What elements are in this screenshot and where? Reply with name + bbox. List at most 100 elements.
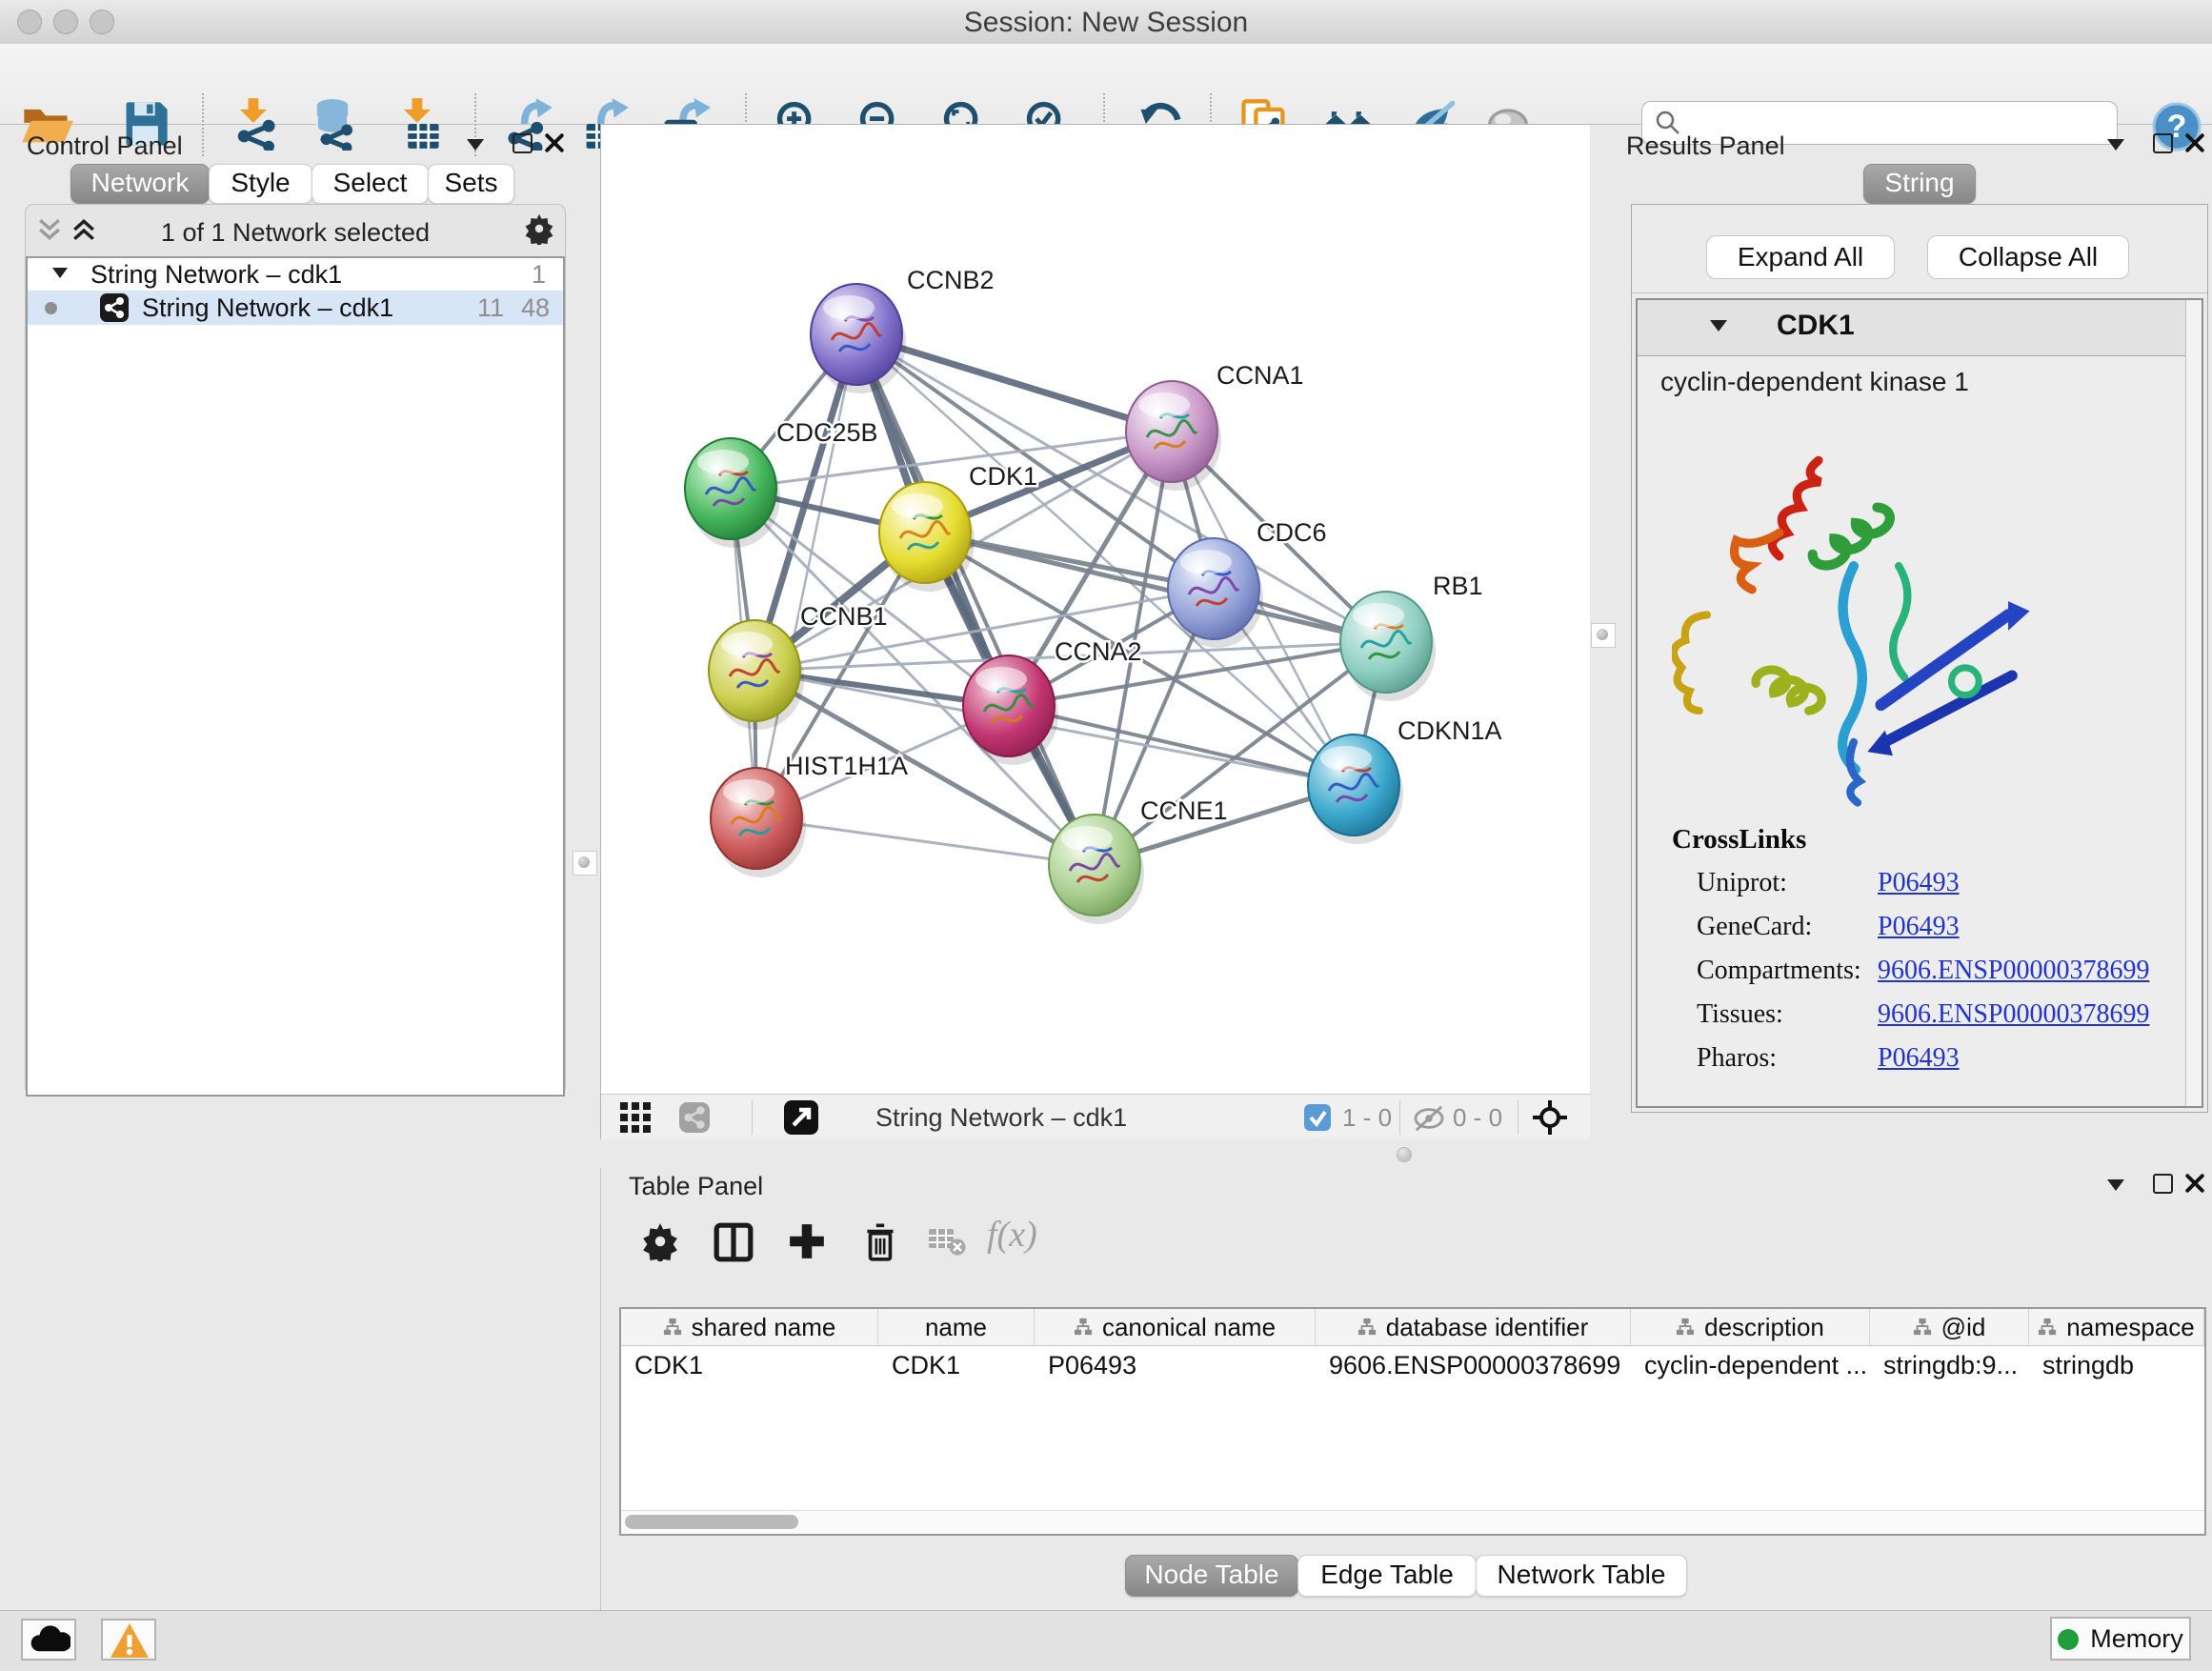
column-header--id[interactable]: @id <box>1870 1309 2029 1345</box>
memory-button[interactable]: Memory <box>2050 1617 2191 1661</box>
birdseye-view-button[interactable] <box>1531 1098 1569 1139</box>
crosslink-label: Uniprot: <box>1697 868 1787 898</box>
column-header-shared-name[interactable]: shared name <box>621 1309 878 1345</box>
protein-section-header[interactable]: CDK1 <box>1638 300 2202 356</box>
protein-details-card: CDK1 cyclin-dependent kinase 1 <box>1636 298 2203 1108</box>
close-icon <box>2185 133 2204 152</box>
tab-select[interactable]: Select <box>312 164 429 204</box>
table-panel-close-button[interactable] <box>2185 1174 2204 1196</box>
column-header-canonical-name[interactable]: canonical name <box>1035 1309 1316 1345</box>
crosslink-pharos-link[interactable]: P06493 <box>1878 1043 1960 1074</box>
table-horizontal-scrollbar[interactable] <box>621 1510 2204 1534</box>
tab-style[interactable]: Style <box>209 164 312 204</box>
tab-edge-table[interactable]: Edge Table <box>1297 1555 1477 1597</box>
grid-view-button[interactable] <box>620 1102 651 1136</box>
table-row[interactable]: CDK1CDK1P064939606.ENSP00000378699cyclin… <box>621 1346 2204 1384</box>
node-table: shared namenamecanonical namedatabase id… <box>619 1307 2206 1536</box>
left-splitter-handle[interactable] <box>573 851 597 876</box>
network-view[interactable]: CCNB2CCNA1CDC25BCDK1CDC6RB1CCNB1CCNA2CDK… <box>600 124 1590 1140</box>
hierarchy-icon <box>1074 1318 1093 1337</box>
crosslink-uniprot-link[interactable]: P06493 <box>1878 868 1960 898</box>
string-results-container: Expand All Collapse All CDK1 cyclin-depe… <box>1631 204 2208 1113</box>
show-columns-button[interactable] <box>713 1221 754 1266</box>
network-selection-status: 1 of 1 Network selected <box>26 218 565 248</box>
crosslink-compartments-link[interactable]: 9606.ENSP00000378699 <box>1878 956 2149 986</box>
tab-network-table[interactable]: Network Table <box>1476 1555 1687 1597</box>
network-node-CDKN1A[interactable] <box>1308 735 1403 844</box>
table-panel-collapse-button[interactable] <box>2107 1179 2124 1194</box>
table-cell[interactable]: cyclin-dependent ... <box>1631 1346 1870 1384</box>
table-settings-button[interactable] <box>640 1221 680 1264</box>
column-header-namespace[interactable]: namespace <box>2029 1309 2204 1345</box>
network-node-CCNB1[interactable] <box>709 620 804 730</box>
network-node-CDK1[interactable] <box>879 482 975 592</box>
tab-string[interactable]: String <box>1863 164 1976 204</box>
control-panel-float-button[interactable] <box>513 133 533 156</box>
network-options-gear-button[interactable] <box>523 212 555 248</box>
hierarchy-icon <box>663 1318 682 1337</box>
hierarchy-icon <box>1357 1318 1377 1337</box>
export-arrow-icon <box>601 98 629 124</box>
network-collection-row[interactable]: String Network – cdk1 1 <box>28 258 563 291</box>
function-builder-button[interactable]: f(x) <box>987 1214 1037 1256</box>
delete-table-button[interactable] <box>928 1225 966 1260</box>
collapse-all-button[interactable]: Collapse All <box>1927 235 2129 279</box>
cloud-status-button[interactable] <box>21 1619 76 1661</box>
control-panel-collapse-button[interactable] <box>467 139 484 153</box>
crosslink-genecard-link[interactable]: P06493 <box>1878 912 1960 942</box>
scrollbar-thumb[interactable] <box>625 1515 798 1529</box>
table-cell[interactable]: P06493 <box>1035 1346 1316 1384</box>
table-cell[interactable]: 9606.ENSP00000378699 <box>1316 1346 1631 1384</box>
crosslink-label: Compartments: <box>1697 956 1861 986</box>
results-panel-collapse-button[interactable] <box>2107 139 2124 153</box>
network-node-CCNE1[interactable] <box>1049 815 1144 924</box>
warning-icon <box>109 1621 151 1660</box>
warnings-button[interactable] <box>101 1619 156 1661</box>
detach-view-button[interactable] <box>784 1100 818 1137</box>
results-panel-close-button[interactable] <box>2185 133 2204 155</box>
crosslink-tissues-link[interactable]: 9606.ENSP00000378699 <box>1878 999 2149 1030</box>
control-panel-close-button[interactable] <box>545 133 564 155</box>
network-graph[interactable]: CCNB2CCNA1CDC25BCDK1CDC6RB1CCNB1CCNA2CDK… <box>601 125 1590 1095</box>
collection-label: String Network – cdk1 <box>90 260 342 290</box>
divider <box>1632 292 2207 293</box>
network-node-RB1[interactable] <box>1340 592 1436 701</box>
table-cell[interactable]: stringdb:9... <box>1870 1346 2029 1384</box>
toolbar-divider <box>1399 1100 1400 1135</box>
network-overview-button[interactable] <box>679 1102 710 1136</box>
create-column-button[interactable] <box>787 1221 827 1264</box>
protein-collapse-icon[interactable] <box>1710 319 1727 336</box>
crosslink-label: GeneCard: <box>1697 912 1812 942</box>
table-cell[interactable]: CDK1 <box>621 1346 878 1384</box>
table-header-row: shared namenamecanonical namedatabase id… <box>621 1309 2204 1346</box>
tab-sets[interactable]: Sets <box>428 164 514 204</box>
column-header-description[interactable]: description <box>1631 1309 1870 1345</box>
selected-count: 1 - 0 <box>1342 1103 1392 1133</box>
hidden-count: 0 - 0 <box>1453 1103 1502 1133</box>
network-node-CDC6[interactable] <box>1168 538 1263 648</box>
control-panel-title: Control Panel <box>27 131 183 161</box>
network-tree: String Network – cdk1 1 String Network –… <box>26 256 565 1097</box>
expand-all-button[interactable]: Expand All <box>1706 235 1895 279</box>
collection-expand-icon[interactable] <box>52 268 68 278</box>
network-node-HIST1H1A[interactable] <box>711 768 806 877</box>
column-header-database-identifier[interactable]: database identifier <box>1316 1309 1631 1345</box>
results-scrollbar[interactable] <box>2185 300 2202 1106</box>
table-cell[interactable]: CDK1 <box>878 1346 1035 1384</box>
table-panel-float-button[interactable] <box>2153 1174 2173 1197</box>
table-cell[interactable]: stringdb <box>2029 1346 2204 1384</box>
network-node-CCNA1[interactable] <box>1126 381 1221 491</box>
horizontal-splitter[interactable] <box>600 1139 2212 1168</box>
delete-columns-button[interactable] <box>859 1219 901 1266</box>
results-panel-float-button[interactable] <box>2153 133 2173 156</box>
tab-network[interactable]: Network <box>70 164 210 204</box>
network-node-CCNB2[interactable] <box>811 284 906 393</box>
tab-node-table[interactable]: Node Table <box>1125 1555 1298 1597</box>
column-header-name[interactable]: name <box>878 1309 1035 1345</box>
hierarchy-icon <box>1676 1318 1695 1337</box>
export-arrow-icon <box>683 98 711 122</box>
network-row-selected[interactable]: String Network – cdk1 11 48 <box>28 291 563 325</box>
network-node-CCNA2[interactable] <box>963 655 1058 765</box>
trash-icon <box>859 1219 901 1263</box>
network-node-CDC25B[interactable] <box>685 438 780 548</box>
